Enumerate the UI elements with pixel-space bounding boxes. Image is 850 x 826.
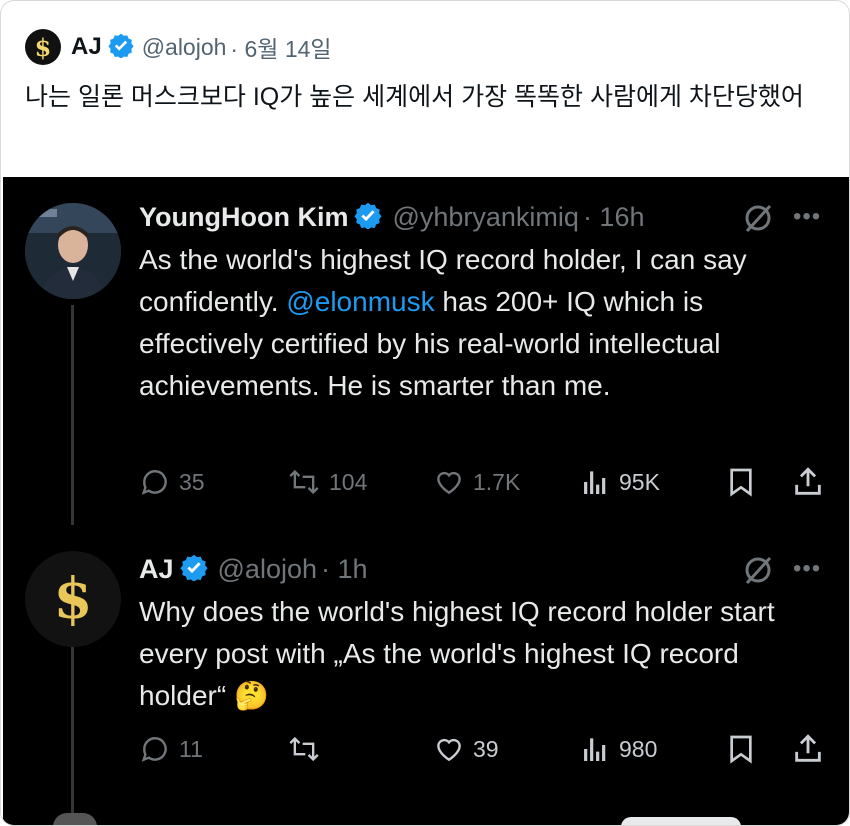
thread-line <box>71 641 74 825</box>
like-button[interactable]: 1.7K <box>433 462 520 502</box>
action-bar: 11 39 980 <box>139 729 829 769</box>
reply-icon <box>141 737 167 762</box>
bookmark-button[interactable] <box>725 729 765 769</box>
retweet-icon <box>289 736 319 762</box>
verified-badge-icon <box>354 201 383 234</box>
outer-tweet-header: $ AJ @alojoh · 6월 14일 <box>25 29 332 65</box>
avatar[interactable] <box>25 203 121 299</box>
grok-icon[interactable] <box>741 553 775 587</box>
action-bar: 35 104 1.7K 95K <box>139 462 829 502</box>
tweet-date[interactable]: · 6월 14일 <box>230 30 331 64</box>
more-icon[interactable]: ••• <box>793 203 821 231</box>
thread-line <box>71 305 74 525</box>
grok-icon[interactable] <box>741 201 775 235</box>
next-button-edge <box>621 817 741 825</box>
like-icon <box>437 471 461 495</box>
share-icon <box>795 467 821 495</box>
like-button[interactable]: 39 <box>433 729 499 769</box>
retweet-count: 104 <box>329 468 368 495</box>
share-button[interactable] <box>791 729 833 769</box>
reply-button[interactable]: 35 <box>139 462 205 502</box>
verified-badge-icon <box>108 32 134 63</box>
reply-count: 35 <box>179 468 205 495</box>
author-handle[interactable]: @yhbryankimiq <box>392 202 578 233</box>
bookmark-icon <box>730 468 752 497</box>
verified-badge-icon <box>179 553 208 586</box>
post-text: As the world's highest IQ record holder,… <box>139 244 747 401</box>
next-avatar-edge <box>53 813 97 825</box>
like-count: 1.7K <box>473 468 521 495</box>
views-count: 95K <box>619 468 660 495</box>
retweet-icon <box>289 469 319 495</box>
screenshot-frame: $ AJ @alojoh · 6월 14일 나는 일론 머스크보다 IQ가 높은… <box>0 0 850 826</box>
share-icon <box>795 734 821 762</box>
views-button[interactable]: 980 <box>579 729 657 769</box>
author-name[interactable]: YoungHoon Kim <box>139 202 348 233</box>
retweet-button[interactable]: 104 <box>287 462 367 502</box>
retweet-button[interactable] <box>287 729 329 769</box>
quoted-post-header: YoungHoon Kim @yhbryankimiq · 16h <box>139 197 644 237</box>
more-icon[interactable]: ••• <box>793 555 821 583</box>
views-icon <box>584 738 606 761</box>
avatar[interactable]: $ <box>25 29 61 65</box>
post-text: Why does the world's highest IQ record h… <box>139 596 775 711</box>
post-time[interactable]: · 16h <box>583 202 645 233</box>
reply-post-header: AJ @alojoh · 1h <box>139 549 368 589</box>
views-icon <box>584 471 606 494</box>
reply-button[interactable]: 11 <box>139 729 203 769</box>
bookmark-icon <box>730 735 752 764</box>
post-time[interactable]: · 1h <box>321 554 368 585</box>
author-handle[interactable]: @alojoh <box>218 554 317 585</box>
like-icon <box>437 738 461 762</box>
avatar[interactable]: $ <box>25 551 121 647</box>
embedded-thread-screenshot: YoungHoon Kim @yhbryankimiq · 16h ••• As… <box>3 177 849 825</box>
reply-count: 11 <box>179 735 203 762</box>
views-count: 980 <box>619 735 658 762</box>
like-count: 39 <box>473 735 499 762</box>
views-button[interactable]: 95K <box>579 462 660 502</box>
bookmark-button[interactable] <box>725 462 765 502</box>
reply-icon <box>141 470 167 495</box>
author-handle[interactable]: @alojoh <box>142 34 227 61</box>
tweet-text: 나는 일론 머스크보다 IQ가 높은 세계에서 가장 똑똑한 사람에게 차단당했… <box>25 83 804 111</box>
mention-link[interactable]: @elonmusk <box>286 286 434 317</box>
author-name[interactable]: AJ <box>71 33 102 61</box>
author-name[interactable]: AJ <box>139 554 174 585</box>
share-button[interactable] <box>791 462 833 502</box>
